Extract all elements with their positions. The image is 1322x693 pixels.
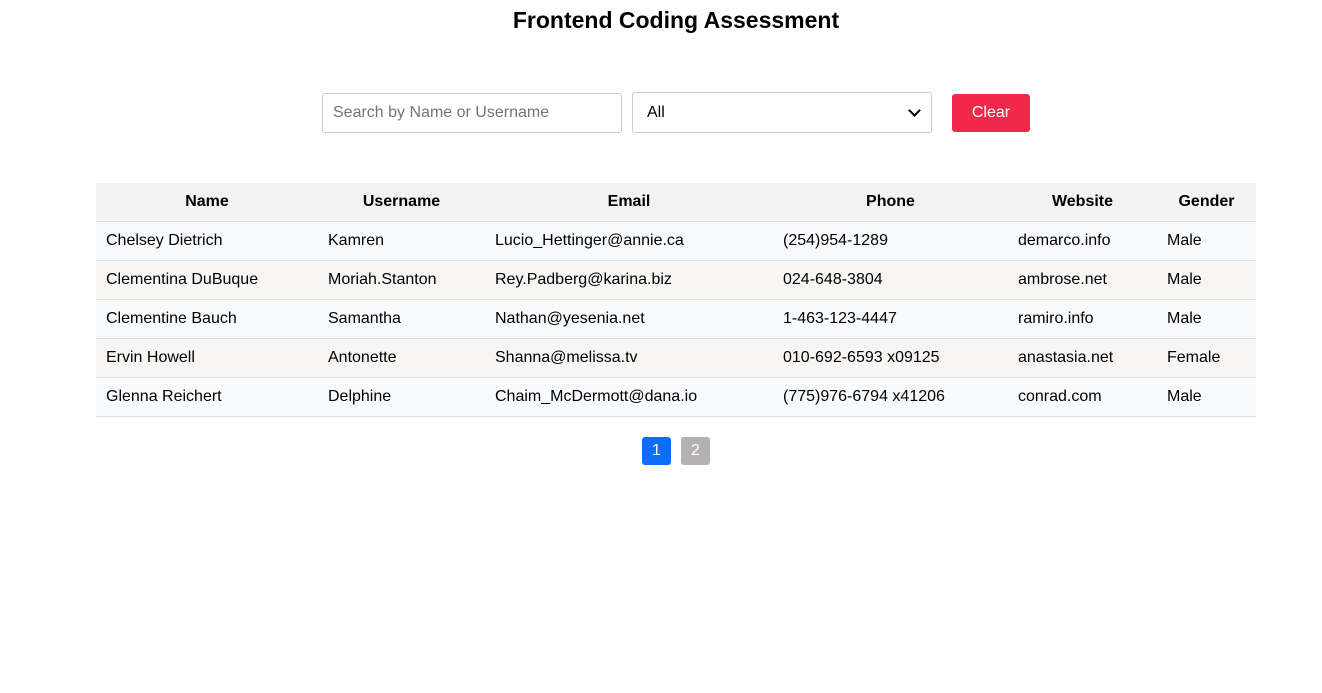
table-row: Glenna Reichert Delphine Chaim_McDermott… — [96, 377, 1256, 417]
column-header-website: Website — [1008, 183, 1157, 222]
table-row: Clementina DuBuque Moriah.Stanton Rey.Pa… — [96, 260, 1256, 300]
cell-username: Kamren — [318, 221, 485, 261]
cell-phone: 1-463-123-4447 — [773, 299, 1008, 339]
cell-email: Lucio_Hettinger@annie.ca — [485, 221, 773, 261]
cell-gender: Male — [1157, 260, 1256, 300]
cell-website: conrad.com — [1008, 377, 1157, 417]
cell-username: Moriah.Stanton — [318, 260, 485, 300]
page-title: Frontend Coding Assessment — [512, 7, 840, 33]
cell-gender: Female — [1157, 338, 1256, 378]
cell-website: demarco.info — [1008, 221, 1157, 261]
cell-email: Chaim_McDermott@dana.io — [485, 377, 773, 417]
cell-gender: Male — [1157, 377, 1256, 417]
cell-email: Nathan@yesenia.net — [485, 299, 773, 339]
cell-gender: Male — [1157, 299, 1256, 339]
cell-name: Glenna Reichert — [96, 377, 318, 417]
cell-name: Clementine Bauch — [96, 299, 318, 339]
table-row: Chelsey Dietrich Kamren Lucio_Hettinger@… — [96, 221, 1256, 261]
table-header-row: Name Username Email Phone Website Gender — [96, 183, 1256, 222]
search-input[interactable] — [322, 92, 622, 133]
cell-username: Samantha — [318, 299, 485, 339]
column-header-name: Name — [96, 183, 318, 222]
cell-phone: 010-692-6593 x09125 — [773, 338, 1008, 378]
clear-button[interactable]: Clear — [952, 93, 1030, 132]
cell-phone: (254)954-1289 — [773, 221, 1008, 261]
filter-controls: All Clear — [322, 92, 1030, 133]
cell-website: anastasia.net — [1008, 338, 1157, 378]
table-row: Ervin Howell Antonette Shanna@melissa.tv… — [96, 338, 1256, 378]
column-header-phone: Phone — [773, 183, 1008, 222]
cell-name: Clementina DuBuque — [96, 260, 318, 300]
chevron-down-icon — [908, 104, 921, 117]
column-header-gender: Gender — [1157, 183, 1256, 222]
pagination: 1 2 — [642, 437, 720, 465]
cell-name: Ervin Howell — [96, 338, 318, 378]
table-row: Clementine Bauch Samantha Nathan@yesenia… — [96, 299, 1256, 339]
cell-phone: 024-648-3804 — [773, 260, 1008, 300]
cell-name: Chelsey Dietrich — [96, 221, 318, 261]
cell-phone: (775)976-6794 x41206 — [773, 377, 1008, 417]
column-header-email: Email — [485, 183, 773, 222]
cell-email: Shanna@melissa.tv — [485, 338, 773, 378]
cell-username: Antonette — [318, 338, 485, 378]
cell-website: ambrose.net — [1008, 260, 1157, 300]
cell-website: ramiro.info — [1008, 299, 1157, 339]
users-table: Name Username Email Phone Website Gender… — [96, 183, 1256, 417]
cell-gender: Male — [1157, 221, 1256, 261]
gender-select-value: All — [647, 103, 665, 121]
cell-email: Rey.Padberg@karina.biz — [485, 260, 773, 300]
cell-username: Delphine — [318, 377, 485, 417]
gender-select[interactable]: All — [632, 92, 932, 133]
page-button-1[interactable]: 1 — [642, 437, 671, 465]
column-header-username: Username — [318, 183, 485, 222]
page-button-2[interactable]: 2 — [681, 437, 710, 465]
